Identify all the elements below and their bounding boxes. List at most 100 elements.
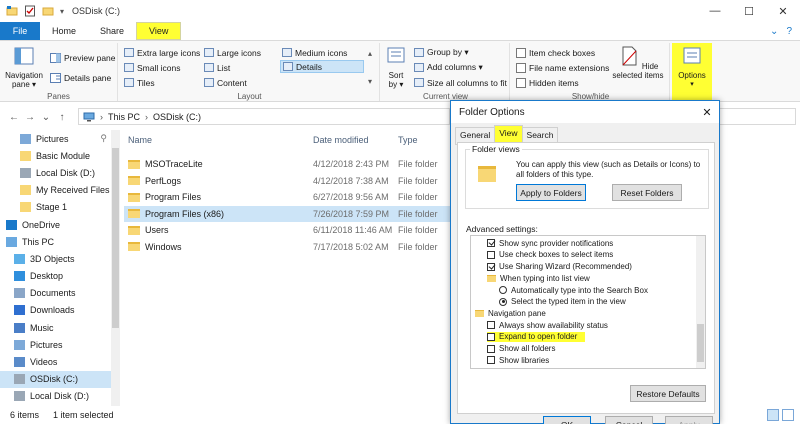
setting-checkbox[interactable] (487, 332, 495, 341)
help-icon[interactable]: ? (786, 26, 792, 37)
tab-home[interactable]: Home (40, 22, 88, 40)
sidebar-item[interactable]: Documents (0, 285, 111, 302)
search-input[interactable] (712, 108, 796, 125)
apply-button[interactable]: Apply (665, 416, 713, 424)
layout-scroll-up[interactable]: ▴ (368, 47, 372, 60)
minimize-button[interactable]: — (698, 0, 732, 22)
navigation-pane-scrollbar[interactable] (111, 130, 120, 406)
table-row[interactable]: Users 6/11/2018 11:46 AM File folder (124, 222, 450, 238)
advanced-setting-item[interactable]: Show all folders (487, 343, 555, 354)
setting-checkbox[interactable] (487, 262, 495, 271)
layout-medium-icons[interactable]: Medium icons (282, 46, 347, 59)
properties-icon[interactable] (24, 5, 36, 17)
sidebar-item[interactable]: Desktop (0, 268, 111, 285)
table-row[interactable]: PerfLogs 4/12/2018 7:38 AM File folder (124, 173, 450, 189)
sidebar-item[interactable]: Pictures ⚲ (0, 130, 111, 147)
back-arrow-icon[interactable]: ← (6, 112, 22, 123)
maximize-button[interactable]: ☐ (732, 0, 766, 22)
scrollbar-thumb[interactable] (112, 148, 119, 328)
hide-selected-button[interactable]: Hide selected items (612, 45, 664, 80)
sidebar-item[interactable]: Local Disk (D:) (0, 164, 111, 181)
details-pane-button[interactable]: Details pane (50, 71, 111, 84)
customize-toolbar-icon[interactable]: ▾ (60, 7, 64, 16)
setting-checkbox[interactable] (487, 344, 495, 353)
tab-share[interactable]: Share (88, 22, 136, 40)
reset-folders-button[interactable]: Reset Folders (612, 184, 682, 201)
layout-tiles[interactable]: Tiles (124, 76, 155, 89)
tab-view[interactable]: View (494, 125, 523, 143)
advanced-setting-item[interactable]: Use check boxes to select items (487, 250, 613, 261)
setting-checkbox[interactable] (487, 239, 495, 248)
group-by-button[interactable]: Group by ▾ (414, 46, 469, 59)
column-header-name[interactable]: Name (128, 130, 152, 150)
layout-content[interactable]: Content (204, 76, 247, 89)
chevron-down-icon[interactable]: ⌄ (770, 26, 778, 37)
preview-pane-button[interactable]: Preview pane (50, 51, 116, 64)
setting-checkbox[interactable] (487, 321, 495, 330)
sidebar-item[interactable]: Pictures (0, 336, 111, 353)
layout-scroll-down[interactable]: ▾ (368, 75, 372, 88)
tab-file[interactable]: File (0, 22, 40, 40)
navigation-pane-button[interactable]: Navigation pane ▾ (4, 45, 44, 89)
advanced-setting-item[interactable]: Expand to open folder (487, 331, 586, 343)
table-row[interactable]: Windows 7/17/2018 5:02 AM File folder (124, 239, 450, 255)
setting-radio[interactable] (499, 297, 507, 306)
restore-defaults-button[interactable]: Restore Defaults (630, 385, 706, 402)
ok-button[interactable]: OK (543, 416, 591, 424)
cancel-button[interactable]: Cancel (605, 416, 653, 424)
breadcrumb-this-pc[interactable]: This PC (108, 112, 140, 122)
hidden-items-checkbox[interactable] (516, 77, 526, 88)
new-folder-icon[interactable] (42, 5, 54, 17)
column-header-type[interactable]: Type (398, 130, 418, 150)
file-name-extensions-toggle[interactable]: File name extensions (516, 61, 609, 74)
sidebar-item[interactable]: Videos (0, 353, 111, 370)
details-view-icon[interactable] (767, 409, 779, 421)
close-button[interactable]: ✕ (766, 0, 800, 22)
advanced-settings-scrollbar[interactable] (696, 236, 705, 368)
layout-list[interactable]: List (204, 61, 230, 74)
advanced-setting-item[interactable]: Use Sharing Wizard (Recommended) (487, 261, 632, 272)
setting-checkbox[interactable] (487, 250, 495, 259)
sidebar-item[interactable]: My Received Files (0, 182, 111, 199)
sidebar-item[interactable]: Basic Module (0, 147, 111, 164)
setting-radio[interactable] (499, 286, 507, 295)
size-columns-button[interactable]: Size all columns to fit (414, 76, 507, 89)
sidebar-item[interactable]: This PC (0, 233, 111, 250)
hidden-items-toggle[interactable]: Hidden items (516, 76, 579, 89)
scrollbar-thumb[interactable] (697, 324, 704, 362)
up-arrow-icon[interactable]: ↑ (54, 112, 70, 123)
sidebar-item[interactable]: Local Disk (D:) (0, 388, 111, 405)
file-name-extensions-checkbox[interactable] (516, 62, 526, 73)
tab-view[interactable]: View (136, 22, 182, 40)
sidebar-item[interactable]: OneDrive (0, 216, 111, 233)
table-row[interactable]: MSOTraceLite 4/12/2018 2:43 PM File folder (124, 156, 450, 172)
sidebar-item[interactable]: Music (0, 319, 111, 336)
sidebar-item[interactable]: 3D Objects (0, 250, 111, 267)
advanced-setting-item[interactable]: Show sync provider notifications (487, 238, 613, 249)
layout-extra-large-icons[interactable]: Extra large icons (124, 46, 200, 59)
recent-locations-icon[interactable]: ⌄ (38, 112, 54, 123)
dialog-close-icon[interactable]: ✕ (695, 101, 719, 123)
item-check-boxes-checkbox[interactable] (516, 47, 526, 58)
forward-arrow-icon[interactable]: → (22, 112, 38, 123)
large-icons-view-icon[interactable] (782, 409, 794, 421)
sidebar-item[interactable]: Downloads (0, 302, 111, 319)
breadcrumb-osdisk[interactable]: OSDisk (C:) (153, 112, 201, 122)
sidebar-item[interactable]: OSDisk (C:) (0, 370, 111, 388)
sort-by-button[interactable]: Sort by ▾ (384, 45, 408, 89)
advanced-setting-item[interactable]: Show libraries (487, 355, 549, 366)
layout-large-icons[interactable]: Large icons (204, 46, 261, 59)
add-columns-button[interactable]: Add columns ▾ (414, 61, 483, 74)
table-row[interactable]: Program Files 6/27/2018 9:56 AM File folde… (124, 189, 450, 205)
advanced-setting-item[interactable]: Automatically type into the Search Box (499, 285, 648, 296)
layout-small-icons[interactable]: Small icons (124, 61, 180, 74)
options-button[interactable]: Options ▾ (672, 43, 712, 101)
setting-checkbox[interactable] (487, 356, 495, 365)
layout-details[interactable]: Details (280, 60, 364, 73)
advanced-setting-item[interactable]: Select the typed item in the view (499, 297, 626, 308)
sidebar-item[interactable]: Stage 1 (0, 199, 111, 216)
column-header-date[interactable]: Date modified (313, 130, 369, 150)
table-row[interactable]: Program Files (x86) 7/26/2018 7:59 PM File… (124, 205, 450, 222)
address-box[interactable]: › This PC › OSDisk (C:) (78, 108, 450, 125)
item-check-boxes-toggle[interactable]: Item check boxes (516, 46, 595, 59)
